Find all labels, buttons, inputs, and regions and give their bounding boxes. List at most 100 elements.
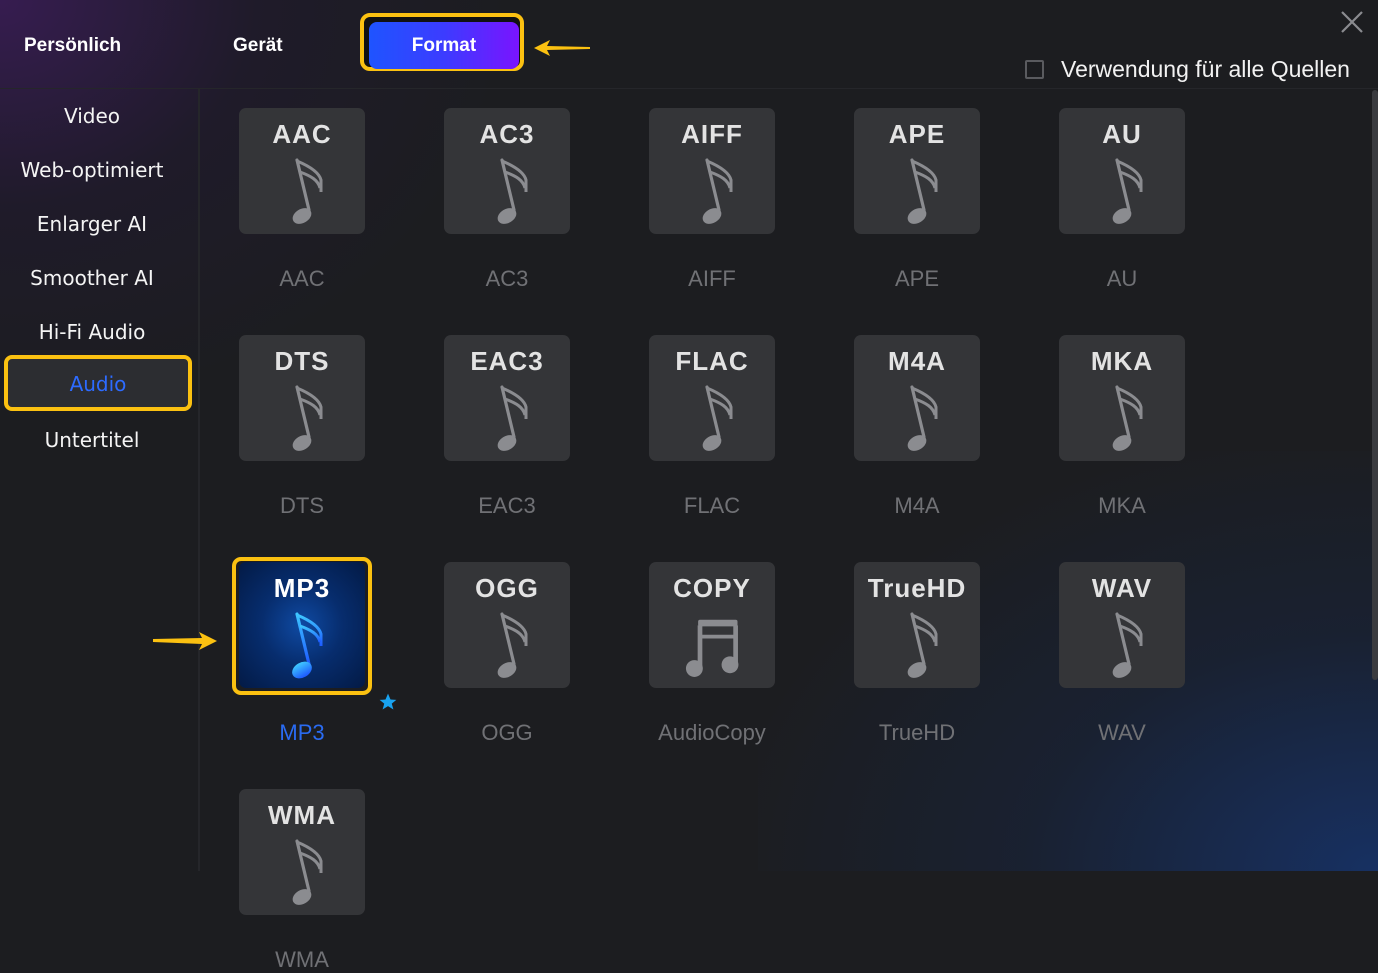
favorite-star-icon[interactable] [378, 692, 398, 712]
format-label: WAV [1098, 720, 1146, 745]
apply-all-label: Verwendung für alle Quellen [1061, 56, 1350, 82]
format-item-audiocopy[interactable]: COPY AudioCopy [649, 562, 775, 745]
sidebar-item-hifi-audio[interactable]: Hi-Fi Audio [0, 312, 184, 352]
format-tile[interactable]: MKA [1059, 335, 1185, 461]
format-label: APE [894, 266, 940, 291]
annotation-arrow-left-icon [534, 40, 590, 56]
format-item-au[interactable]: AU AU [1059, 108, 1185, 291]
scrollbar-thumb[interactable] [1372, 90, 1378, 680]
music-note-icon [292, 839, 323, 905]
format-label: MP3 [279, 720, 325, 745]
apply-all-checkbox[interactable] [1025, 60, 1044, 79]
music-note-icon [907, 385, 938, 451]
format-tile-title: M4A [888, 346, 946, 376]
sidebar-item-smoother-ai[interactable]: Smoother AI [0, 258, 184, 298]
format-item-flac[interactable]: FLAC FLAC [649, 335, 775, 518]
format-tile[interactable]: TrueHD [854, 562, 980, 688]
format-label: AudioCopy [658, 720, 766, 745]
sidebar-item-audio[interactable]: Audio [4, 355, 192, 411]
format-tile[interactable]: EAC3 [444, 335, 570, 461]
music-note-icon [702, 158, 733, 224]
music-note-icon [1112, 612, 1143, 678]
format-label: MKA [1098, 493, 1146, 518]
format-tile[interactable]: AIFF [649, 108, 775, 234]
format-item-wma[interactable]: WMA WMA [239, 789, 365, 972]
format-item-aiff[interactable]: AIFF AIFF [649, 108, 775, 291]
format-label: WMA [275, 947, 329, 972]
format-label: OGG [481, 720, 533, 745]
music-note-icon [292, 612, 323, 679]
annotation-arrow-right-icon [153, 632, 217, 650]
header-divider [0, 88, 1378, 89]
format-tile-title: AIFF [681, 119, 743, 149]
format-label: AC3 [485, 266, 529, 291]
format-tile[interactable]: WMA [239, 789, 365, 915]
format-item-ac3[interactable]: AC3 AC3 [444, 108, 570, 291]
format-tile-title: AC3 [479, 119, 535, 149]
format-tile[interactable]: OGG [444, 562, 570, 688]
music-note-icon [907, 158, 938, 224]
format-tile-title: WMA [268, 800, 336, 830]
sidebar-item-enlarger-ai[interactable]: Enlarger AI [0, 204, 184, 244]
format-tile-title: MP3 [273, 573, 331, 603]
format-item-ogg[interactable]: OGG OGG [444, 562, 570, 745]
format-tile-title: APE [888, 119, 946, 149]
music-note-icon [1112, 158, 1143, 224]
format-tile[interactable]: AU [1059, 108, 1185, 234]
music-note-icon [702, 385, 733, 451]
format-label: AIFF [688, 266, 736, 291]
apply-all-sources-option[interactable]: Verwendung für alle Quellen [1025, 56, 1350, 83]
format-item-mp3[interactable]: MP3 MP3 [232, 557, 397, 745]
beamed-notes-icon [685, 619, 739, 677]
format-label: AAC [279, 266, 325, 291]
format-tile[interactable]: COPY [649, 562, 775, 688]
format-tile[interactable]: AAC [239, 108, 365, 234]
format-label: TrueHD [878, 720, 956, 745]
format-label: AU [1106, 266, 1138, 291]
format-tile[interactable]: DTS [239, 335, 365, 461]
format-tile-title: EAC3 [470, 346, 544, 376]
format-tile-title: DTS [274, 346, 330, 376]
format-item-aac[interactable]: AAC AAC [239, 108, 365, 291]
format-label: M4A [894, 493, 940, 518]
music-note-icon [1112, 385, 1143, 451]
format-item-truehd[interactable]: TrueHD TrueHD [854, 562, 980, 745]
music-note-icon [292, 385, 323, 451]
format-tile[interactable]: WAV [1059, 562, 1185, 688]
format-tile[interactable]: MP3 [239, 562, 365, 688]
format-tile[interactable]: M4A [854, 335, 980, 461]
format-tile-title: FLAC [675, 346, 749, 376]
format-label: FLAC [683, 493, 741, 518]
format-tile-title: AU [1102, 119, 1142, 149]
format-tile-title: COPY [673, 573, 751, 603]
format-tile-title: MKA [1090, 346, 1154, 376]
sidebar-item-web-optimized[interactable]: Web-optimiert [0, 150, 184, 190]
tab-format[interactable]: Format [369, 22, 519, 69]
close-icon[interactable] [1338, 8, 1366, 36]
format-label: DTS [280, 493, 324, 518]
format-item-ape[interactable]: APE APE [854, 108, 980, 291]
format-item-wav[interactable]: WAV WAV [1059, 562, 1185, 745]
sidebar-divider [198, 88, 200, 871]
format-item-dts[interactable]: DTS DTS [239, 335, 365, 518]
format-item-eac3[interactable]: EAC3 EAC3 [444, 335, 570, 518]
music-note-icon [907, 612, 938, 678]
sidebar-item-video[interactable]: Video [0, 96, 184, 136]
format-item-mka[interactable]: MKA MKA [1059, 335, 1185, 518]
tab-device[interactable]: Gerät [233, 30, 283, 62]
music-note-icon [292, 158, 323, 224]
format-tile-title: AAC [272, 119, 332, 149]
format-tile-title: OGG [475, 573, 539, 603]
tab-personal[interactable]: Persönlich [24, 30, 121, 62]
music-note-icon [497, 158, 528, 224]
format-tile[interactable]: AC3 [444, 108, 570, 234]
format-tile-title: TrueHD [867, 573, 967, 603]
sidebar-item-subtitles[interactable]: Untertitel [0, 420, 184, 460]
format-tile[interactable]: APE [854, 108, 980, 234]
music-note-icon [497, 612, 528, 678]
music-note-icon [497, 385, 528, 451]
format-tile[interactable]: FLAC [649, 335, 775, 461]
format-item-m4a[interactable]: M4A M4A [854, 335, 980, 518]
format-label: EAC3 [478, 493, 536, 518]
format-tile-title: WAV [1091, 573, 1153, 603]
